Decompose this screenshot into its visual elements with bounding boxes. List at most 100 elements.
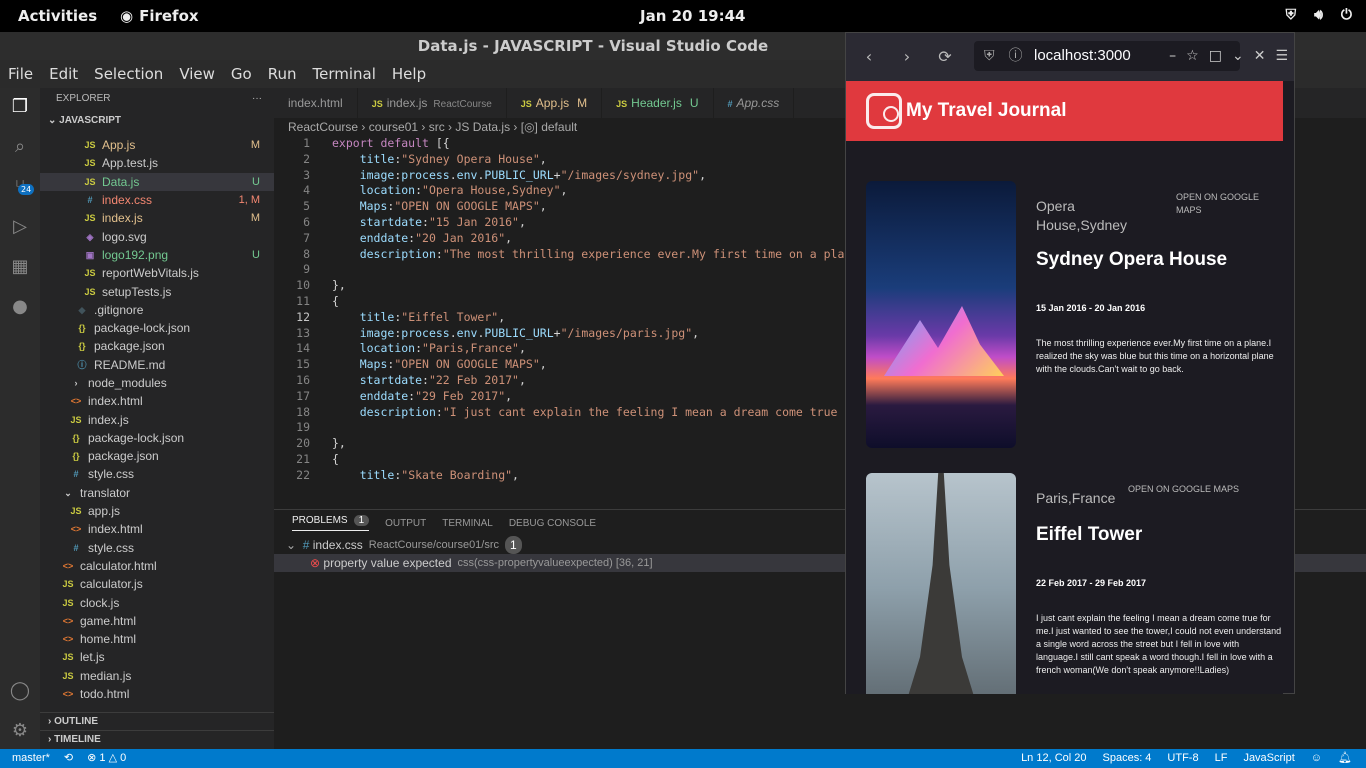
file-type-icon: ⓘ xyxy=(77,359,87,370)
app-name: Firefox xyxy=(139,7,199,25)
editor-tab[interactable]: JS Header.js U xyxy=(602,88,714,118)
bookmark-star-icon[interactable]: ☆ xyxy=(1186,41,1199,71)
google-maps-link[interactable]: OPEN ON GOOGLE MAPS xyxy=(1176,191,1276,217)
settings-gear-icon[interactable]: ⚙ xyxy=(8,720,32,744)
run-debug-icon[interactable]: ▷ xyxy=(8,216,32,240)
card-dates: 22 Feb 2017 - 29 Feb 2017 xyxy=(1036,578,1147,588)
menu-run[interactable]: Run xyxy=(268,65,307,83)
panel-tab[interactable]: OUTPUT xyxy=(385,518,426,529)
github-icon[interactable]: ● xyxy=(8,296,32,320)
chevron-down-icon[interactable]: ⌄ xyxy=(1232,41,1244,71)
file-tree-item[interactable]: JS App.js M xyxy=(40,136,274,154)
file-tree-item[interactable]: # style.css xyxy=(40,465,274,483)
file-name: package.json xyxy=(88,449,159,464)
file-tree-item[interactable]: <> calculator.html xyxy=(40,557,274,575)
editor-tab[interactable]: JS App.js M xyxy=(507,88,603,118)
file-tree-item[interactable]: JS setupTests.js xyxy=(40,282,274,300)
clock[interactable]: Jan 20 19:44 xyxy=(640,7,745,25)
file-tree-item[interactable]: JS calculator.js xyxy=(40,575,274,593)
workspace-root[interactable]: ⌄ JAVASCRIPT xyxy=(40,110,274,132)
menu-help[interactable]: Help xyxy=(392,65,436,83)
system-tray[interactable]: ⛨ 🔊︎ ⏻ xyxy=(1286,7,1352,23)
file-tree-item[interactable]: JS Data.js U xyxy=(40,172,274,191)
menu-go[interactable]: Go xyxy=(231,65,262,83)
file-type-icon: JS xyxy=(371,99,383,109)
file-tree-item[interactable]: <> index.html xyxy=(40,520,274,538)
editor-tab[interactable]: # App.css xyxy=(714,88,795,118)
file-tree-item[interactable]: {} package.json xyxy=(40,447,274,465)
back-button[interactable]: ‹ xyxy=(854,42,884,72)
menu-terminal[interactable]: Terminal xyxy=(313,65,386,83)
minimize-button[interactable]: – xyxy=(1169,41,1176,71)
search-icon[interactable]: ⌕ xyxy=(8,136,32,160)
file-tree-item[interactable]: {} package-lock.json xyxy=(40,429,274,447)
menu-icon[interactable]: ☰ xyxy=(1275,41,1288,71)
file-tree-item[interactable]: <> home.html xyxy=(40,630,274,648)
explorer-icon[interactable]: ❐ xyxy=(8,96,32,120)
editor-tab[interactable]: JS index.js ReactCourse xyxy=(358,88,507,118)
file-tree-item[interactable]: JS reportWebVitals.js xyxy=(40,264,274,282)
file-tree-item[interactable]: JS App.test.js xyxy=(40,154,274,172)
maximize-button[interactable]: □ xyxy=(1209,41,1222,71)
line-ending[interactable]: LF xyxy=(1215,749,1228,768)
menu-edit[interactable]: Edit xyxy=(49,65,88,83)
file-tree-item[interactable]: {} package.json xyxy=(40,337,274,355)
problems-indicator[interactable]: ⊗ 1 △ 0 xyxy=(87,749,126,768)
file-tree-item[interactable]: JS index.js xyxy=(40,410,274,428)
cursor-position[interactable]: Ln 12, Col 20 xyxy=(1021,749,1086,768)
file-tree-item[interactable]: {} package-lock.json xyxy=(40,319,274,337)
file-tree-item[interactable]: › node_modules xyxy=(40,374,274,392)
google-maps-link[interactable]: OPEN ON GOOGLE MAPS xyxy=(1128,483,1258,496)
branch-indicator[interactable]: master* xyxy=(12,749,50,768)
panel-tab[interactable]: TERMINAL xyxy=(442,518,493,529)
file-type-icon: JS xyxy=(62,652,74,663)
more-actions-button[interactable]: ··· xyxy=(252,88,262,110)
close-button[interactable]: ✕ xyxy=(1254,41,1266,71)
notifications-icon[interactable]: 🔔︎ xyxy=(1338,749,1352,768)
file-type-icon: {} xyxy=(72,432,80,443)
menu-view[interactable]: View xyxy=(179,65,225,83)
file-tree-item[interactable]: # style.css xyxy=(40,539,274,557)
shield-icon[interactable]: ⛨ xyxy=(984,41,995,71)
menu-file[interactable]: File xyxy=(8,65,43,83)
outline-section[interactable]: › OUTLINE xyxy=(40,712,274,730)
app-header: My Travel Journal xyxy=(846,81,1283,141)
activities-button[interactable]: Activities xyxy=(18,7,97,25)
sync-icon[interactable]: ⟲ xyxy=(64,749,73,768)
feedback-icon[interactable]: ☺ xyxy=(1311,749,1322,768)
git-status: 1, M xyxy=(238,194,260,207)
encoding[interactable]: UTF-8 xyxy=(1167,749,1198,768)
editor-tab[interactable]: index.html xyxy=(274,88,358,118)
file-tree-item[interactable]: JS clock.js xyxy=(40,593,274,611)
account-icon[interactable]: ◯ xyxy=(8,680,32,704)
app-menu[interactable]: ◉ Firefox xyxy=(120,7,199,25)
file-tree-item[interactable]: <> game.html xyxy=(40,612,274,630)
reload-button[interactable]: ⟳ xyxy=(930,42,960,72)
file-tree-item[interactable]: ▣ logo192.png U xyxy=(40,246,274,264)
file-tree-item[interactable]: ◆ .gitignore xyxy=(40,301,274,319)
forward-button[interactable]: › xyxy=(892,42,922,72)
file-name: translator xyxy=(80,485,131,500)
language-mode[interactable]: JavaScript xyxy=(1243,749,1294,768)
extensions-icon[interactable]: ▦ xyxy=(8,256,32,280)
file-tree-item[interactable]: <> todo.html xyxy=(40,685,274,703)
file-name: logo192.png xyxy=(102,247,169,262)
file-tree-item[interactable]: # index.css 1, M xyxy=(40,191,274,209)
file-tree-item[interactable]: ⓘ README.md xyxy=(40,356,274,374)
line-number: 9 xyxy=(303,262,310,277)
file-tree-item[interactable]: JS median.js xyxy=(40,667,274,685)
card-description: I just cant explain the feeling I mean a… xyxy=(1036,613,1282,675)
file-tree-item[interactable]: ⌄ translator xyxy=(40,484,274,502)
file-tree-item[interactable]: JS index.js M xyxy=(40,209,274,227)
panel-tab[interactable]: PROBLEMS 1 xyxy=(292,515,370,531)
file-tree-item[interactable]: JS let.js xyxy=(40,648,274,666)
file-tree-item[interactable]: ◈ logo.svg xyxy=(40,227,274,245)
info-icon[interactable]: ⓘ xyxy=(1009,41,1023,71)
timeline-section[interactable]: › TIMELINE xyxy=(40,730,274,748)
panel-tab[interactable]: DEBUG CONSOLE xyxy=(509,518,596,529)
file-tree-item[interactable]: JS app.js xyxy=(40,502,274,520)
menu-selection[interactable]: Selection xyxy=(94,65,173,83)
file-tree-item[interactable]: <> index.html xyxy=(40,392,274,410)
problem-source: css(css-propertyvalueexpected) [36, 21] xyxy=(457,557,653,569)
indentation[interactable]: Spaces: 4 xyxy=(1103,749,1152,768)
